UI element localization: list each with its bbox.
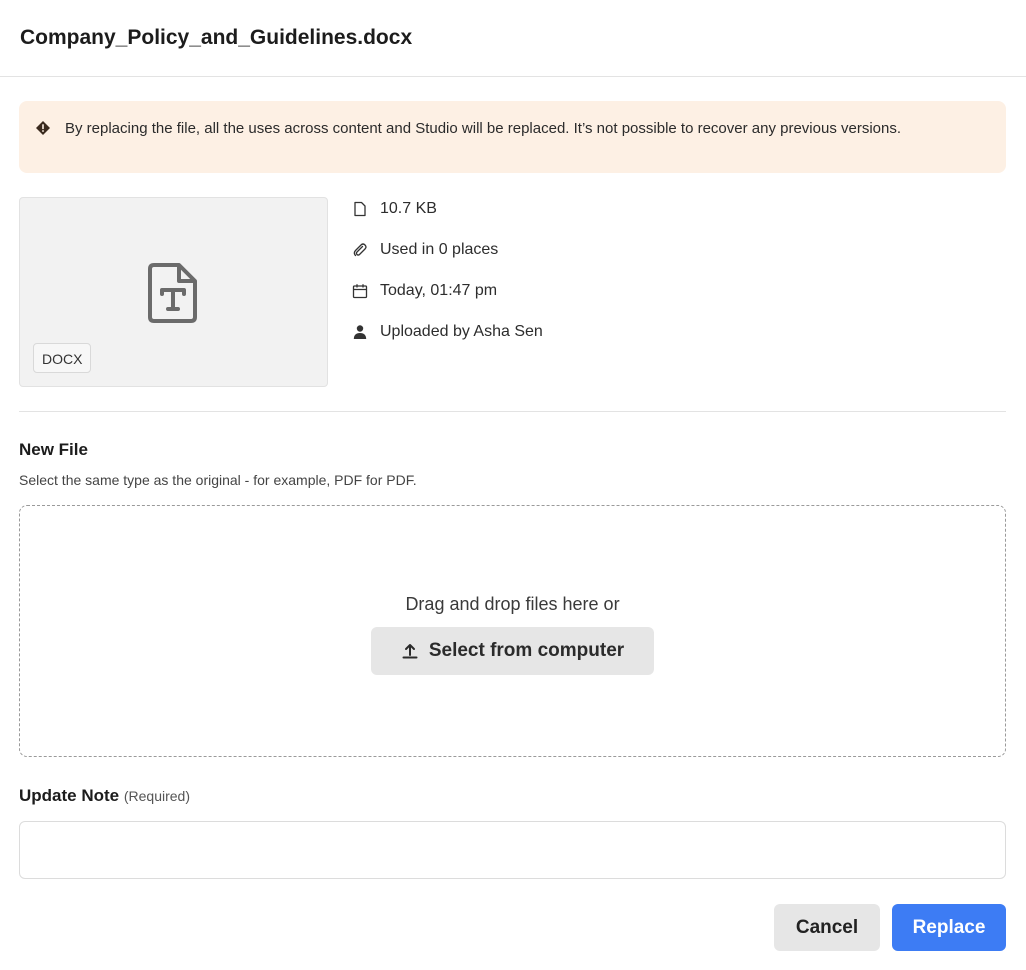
user-icon: [353, 325, 367, 339]
file-preview: DOCX: [19, 197, 328, 387]
drop-instructions: Drag and drop files here or: [405, 594, 620, 614]
calendar-icon: [352, 284, 368, 299]
section-divider: [19, 411, 1006, 412]
warning-banner: By replacing the file, all the uses acro…: [19, 101, 1006, 173]
select-from-computer-button[interactable]: Select from computer: [371, 627, 654, 675]
cancel-button[interactable]: Cancel: [774, 904, 880, 951]
file-type-badge: DOCX: [33, 343, 92, 373]
header-divider: [0, 76, 1026, 77]
paperclip-icon: [353, 243, 367, 257]
text-document-icon: [148, 263, 197, 323]
update-note-input[interactable]: [19, 821, 1006, 879]
upload-icon: [402, 644, 418, 659]
file-size: 10.7 KB: [352, 197, 437, 221]
replace-button[interactable]: Replace: [892, 904, 1006, 951]
warning-diamond-icon: [36, 121, 50, 135]
new-file-title: New File: [19, 440, 88, 459]
upload-date: Today, 01:47 pm: [352, 279, 497, 303]
new-file-hint: Select the same type as the original - f…: [19, 472, 417, 488]
required-indicator: (Required): [123, 788, 190, 804]
dialog-title: Company_Policy_and_Guidelines.docx: [20, 26, 413, 49]
file-icon: [354, 201, 366, 217]
warning-text: By replacing the file, all the uses acro…: [65, 120, 902, 137]
uploaded-by: Uploaded by Asha Sen: [352, 320, 543, 344]
file-dropzone[interactable]: Drag and drop files here or Select from …: [19, 505, 1006, 757]
update-note-label: Update Note (Required): [19, 786, 190, 805]
usage-count: Used in 0 places: [352, 238, 498, 262]
